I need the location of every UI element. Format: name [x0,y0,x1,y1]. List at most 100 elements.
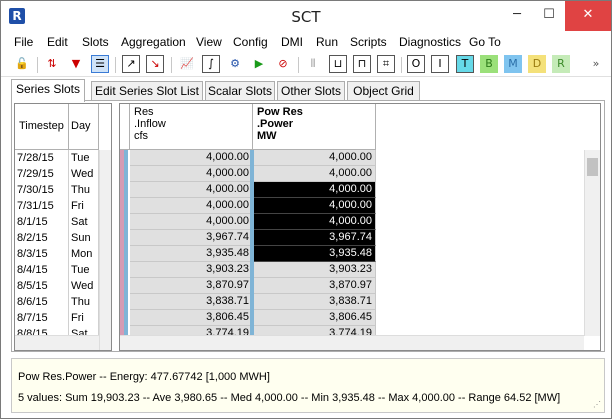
tab-object-grid[interactable]: Object Grid [347,81,420,101]
power-cell[interactable]: 3,838.71 [254,294,376,310]
row-marker-blue [124,214,128,230]
align-bottom-icon[interactable]: ⊔ [329,55,347,73]
inflow-cell[interactable]: 4,000.00 [130,214,253,230]
menu-config[interactable]: Config [233,35,268,49]
tab-other-slots[interactable]: Other Slots [277,81,345,101]
inflow-cell[interactable]: 4,000.00 [130,150,253,166]
vertical-scrollbar-thumb[interactable] [587,158,598,176]
day-cell: Wed [69,278,99,294]
power-cell[interactable]: 4,000.00 [254,150,376,166]
menu-dmi[interactable]: DMI [281,35,303,49]
inflow-cell[interactable]: 3,967.74 [130,230,253,246]
menu-diagnostics[interactable]: Diagnostics [399,35,461,49]
timestep-cell: 7/29/15 [15,166,69,182]
dispatch-icon[interactable]: ⚙ [226,55,244,73]
inflow-cell[interactable]: 3,806.45 [130,310,253,326]
column-header-line3: cfs [134,130,149,142]
left-horizontal-scrollbar[interactable] [15,335,99,350]
inflow-cell[interactable]: 3,935.48 [130,246,253,262]
day-cell: Wed [69,166,99,182]
align-top-icon[interactable]: ⊓ [353,55,371,73]
menu-view[interactable]: View [196,35,222,49]
lock-icon[interactable]: 🔓 [13,55,31,73]
horizontal-scrollbar[interactable] [120,335,584,350]
row-marker-blue [124,262,128,278]
filter-icon[interactable]: ▼ [67,55,85,73]
tab-edit-series-slot-list[interactable]: Edit Series Slot List [91,81,203,101]
timestep-cell: 8/5/15 [15,278,69,294]
column-header-pow-res-power[interactable]: Pow Res .Power MW [253,104,376,150]
power-cell[interactable]: 3,806.45 [254,310,376,326]
columns-icon[interactable]: ⦀ [304,55,322,73]
toolbar-separator [401,57,402,73]
table-row: 4,000.00 4,000.00 [120,198,376,214]
menu-slots[interactable]: Slots [82,35,109,49]
flag-o-button[interactable]: O [407,55,425,73]
power-cell[interactable]: 3,870.97 [254,278,376,294]
column-header-line1: Res [134,106,154,118]
timestep-cell: 8/6/15 [15,294,69,310]
menu-run[interactable]: Run [316,35,338,49]
menu-scripts[interactable]: Scripts [350,35,387,49]
minimize-icon[interactable]: ─ [501,1,533,31]
open-object-icon[interactable]: ↗ [122,55,140,73]
row-marker-blue [124,198,128,214]
run-icon[interactable]: ▶ [250,55,268,73]
toolbar-separator [115,57,116,73]
close-icon[interactable]: ✕ [565,1,611,31]
inflow-cell[interactable]: 4,000.00 [130,182,253,198]
sort-icon[interactable]: ⇅ [43,55,61,73]
menu-edit[interactable]: Edit [47,35,68,49]
inflow-cell[interactable]: 3,903.23 [130,262,253,278]
row-marker-blue [124,166,128,182]
power-cell[interactable]: 3,967.74 [254,230,376,246]
timestep-grid: Timestep Day 7/28/15 Tue 7/29/15 Wed 7/30/15… [14,103,112,351]
flag-r-button[interactable]: R [552,55,570,73]
table-row: 3,903.23 3,903.23 [120,262,376,278]
power-cell[interactable]: 3,903.23 [254,262,376,278]
list-view-icon[interactable]: ☰ [91,55,109,73]
flag-d-button[interactable]: D [528,55,546,73]
timestep-cell: 8/4/15 [15,262,69,278]
day-header-label: Day [71,120,91,132]
resize-grip-icon[interactable]: ⋰ [593,400,601,409]
flag-t-button[interactable]: T [456,55,474,73]
tab-series-slots[interactable]: Series Slots [11,79,85,102]
inflow-cell[interactable]: 4,000.00 [130,166,253,182]
row-marker-blue [124,278,128,294]
stop-icon[interactable]: ⊘ [274,55,292,73]
toolbar-separator [298,57,299,73]
inflow-cell[interactable]: 3,870.97 [130,278,253,294]
close-object-icon[interactable]: ↘ [146,55,164,73]
power-cell[interactable]: 3,935.48 [254,246,376,262]
overflow-icon[interactable]: » [587,55,605,73]
table-row: 3,806.45 3,806.45 [120,310,376,326]
power-cell[interactable]: 4,000.00 [254,182,376,198]
inflow-cell[interactable]: 3,838.71 [130,294,253,310]
timestep-cell: 8/7/15 [15,310,69,326]
day-cell: Thu [69,182,99,198]
table-row: 4,000.00 4,000.00 [120,166,376,182]
day-cell: Fri [69,310,99,326]
plot-icon[interactable]: 📈 [178,55,196,73]
menu-file[interactable]: File [14,35,33,49]
power-cell[interactable]: 4,000.00 [254,198,376,214]
menu-goto[interactable]: Go To [469,35,501,49]
inflow-cell[interactable]: 4,000.00 [130,198,253,214]
row-marker-blue [124,182,128,198]
tab-scalar-slots[interactable]: Scalar Slots [205,81,275,101]
day-cell: Sat [69,214,99,230]
power-cell[interactable]: 4,000.00 [254,166,376,182]
menu-aggregation[interactable]: Aggregation [121,35,186,49]
fit-icon[interactable]: ⌗ [377,55,395,73]
flag-m-button[interactable]: M [504,55,522,73]
table-row: 4,000.00 4,000.00 [120,214,376,230]
power-cell[interactable]: 4,000.00 [254,214,376,230]
flag-i-button[interactable]: I [431,55,449,73]
maximize-icon[interactable]: ☐ [533,1,565,31]
flag-b-button[interactable]: B [480,55,498,73]
timestep-cell: 8/2/15 [15,230,69,246]
vertical-scrollbar[interactable] [584,150,600,336]
compute-icon[interactable]: ∫ [202,55,220,73]
column-header-res-inflow[interactable]: Res .Inflow cfs [130,104,253,150]
